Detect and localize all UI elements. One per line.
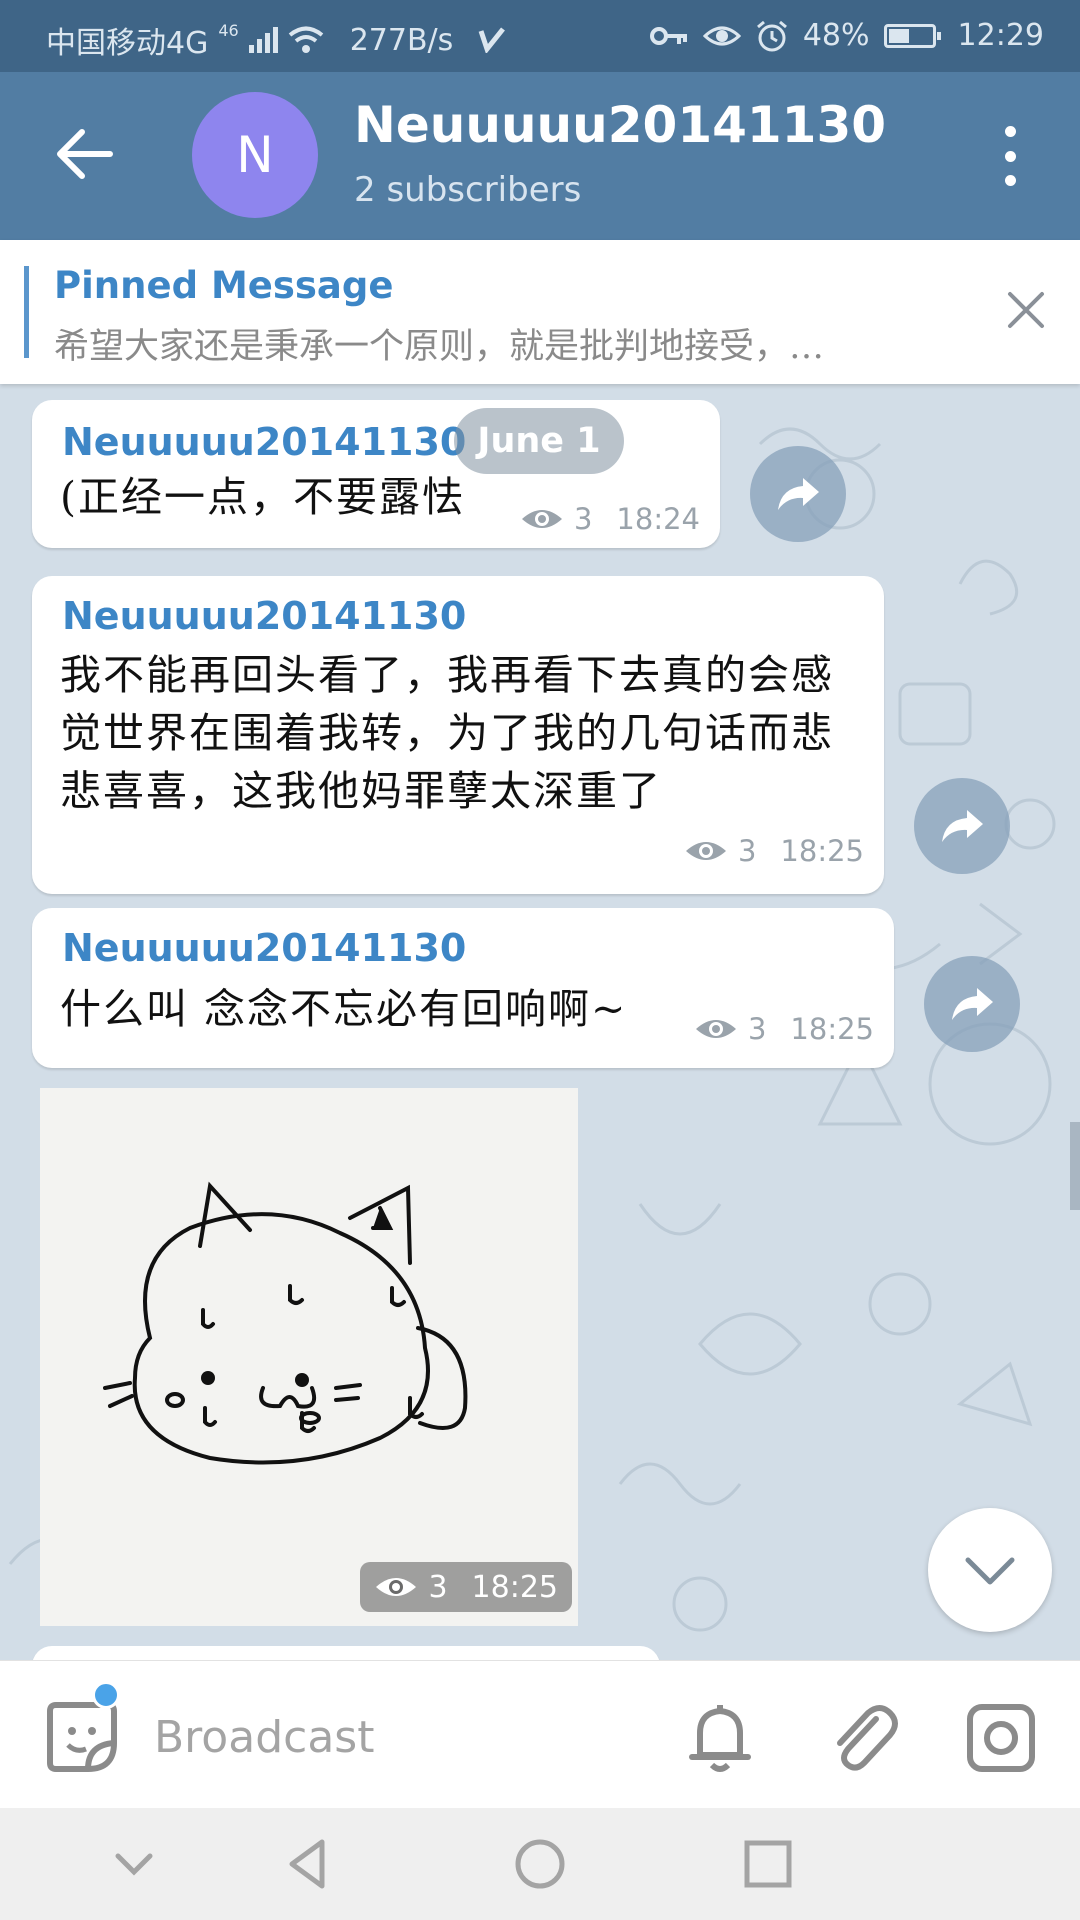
more-options-button[interactable] xyxy=(990,126,1030,186)
share-button[interactable] xyxy=(924,956,1020,1052)
back-button[interactable] xyxy=(52,122,116,186)
message-author[interactable]: Neuuuuu20141130 xyxy=(62,926,466,970)
new-sticker-badge xyxy=(92,1681,120,1709)
system-nav-bar xyxy=(0,1808,1080,1920)
battery-icon xyxy=(883,23,941,48)
paperclip-icon[interactable] xyxy=(830,1701,900,1775)
message-time: 18:25 xyxy=(471,1569,558,1605)
view-count: 3 xyxy=(747,1012,767,1046)
message-time: 18:24 xyxy=(616,502,700,536)
share-icon xyxy=(778,478,819,510)
wifi-icon xyxy=(288,26,323,53)
status-right: 48% 12:29 xyxy=(649,18,1044,53)
key-icon xyxy=(649,26,687,45)
status-bar: 中国移动4G 46 277B/s 48% 12:29 xyxy=(0,0,1080,72)
views-icon xyxy=(685,842,726,860)
home-nav-icon[interactable] xyxy=(510,1834,570,1894)
message-bubble[interactable]: Neuuuuu20141130 什么叫 念念不忘必有回响啊~ 3 18:25 xyxy=(32,908,894,1068)
composer-bar xyxy=(0,1660,1080,1809)
views-icon xyxy=(695,1020,736,1038)
pinned-accent-line xyxy=(24,266,29,358)
cat-drawing-image xyxy=(103,1181,468,1465)
message-bubble-partial[interactable] xyxy=(32,1646,660,1660)
message-time: 18:25 xyxy=(780,834,864,868)
check-icon xyxy=(478,27,506,53)
pinned-text: 希望大家还是秉承一个原则，就是批判地接受，… xyxy=(54,327,825,367)
battery-fill xyxy=(888,28,909,43)
message-text: 什么叫 念念不忘必有回响啊~ xyxy=(60,985,628,1033)
more-vertical-icon xyxy=(1004,126,1016,137)
share-button[interactable] xyxy=(750,446,846,542)
eye-status-icon xyxy=(702,26,741,45)
share-button[interactable] xyxy=(914,778,1010,874)
share-icon xyxy=(952,988,993,1020)
chat-header: N Neuuuuu20141130 2 subscribers xyxy=(0,72,1080,240)
recents-nav-icon[interactable] xyxy=(738,1834,798,1894)
arrow-left-icon xyxy=(57,129,113,179)
message-bubble[interactable]: Neuuuuu20141130 我不能再回头看了，我再看下去真的会感觉世界在围着… xyxy=(32,576,884,894)
message-meta: 3 18:24 xyxy=(520,502,700,536)
scrollbar-thumb[interactable] xyxy=(1070,1122,1080,1210)
signal-icon xyxy=(248,27,278,53)
message-author[interactable]: Neuuuuu20141130 xyxy=(62,594,466,638)
photo-meta: 3 18:25 xyxy=(360,1562,572,1612)
back-nav-icon[interactable] xyxy=(280,1834,340,1894)
message-meta: 3 18:25 xyxy=(694,1012,874,1046)
message-text: 我不能再回头看了，我再看下去真的会感觉世界在围着我转，为了我的几句话而悲悲喜喜，… xyxy=(60,651,834,815)
status-left: 中国移动4G 46 277B/s xyxy=(46,18,507,62)
chevron-down-nav-icon[interactable] xyxy=(104,1834,164,1894)
alarm-icon xyxy=(756,20,787,51)
message-meta: 3 18:25 xyxy=(684,834,864,868)
camera-icon[interactable] xyxy=(966,1703,1036,1773)
message-time: 18:25 xyxy=(790,1012,874,1046)
close-icon[interactable] xyxy=(1004,288,1048,332)
channel-title[interactable]: Neuuuuu20141130 xyxy=(354,96,886,154)
battery-percent: 48% xyxy=(802,18,870,53)
pinned-message-bar[interactable]: Pinned Message 希望大家还是秉承一个原则，就是批判地接受，… xyxy=(0,240,1080,384)
carrier-label: 中国移动4G xyxy=(46,26,209,61)
view-count: 3 xyxy=(428,1569,448,1605)
share-icon xyxy=(942,810,983,842)
channel-subscribers: 2 subscribers xyxy=(354,170,582,210)
view-count: 3 xyxy=(573,502,593,536)
date-badge: June 1 xyxy=(454,408,624,474)
pinned-title: Pinned Message xyxy=(54,264,394,307)
network-badge: 46 xyxy=(218,20,239,40)
channel-avatar[interactable]: N xyxy=(192,92,318,218)
view-count: 3 xyxy=(737,834,757,868)
message-list[interactable]: Neuuuuu20141130 (正经一点，不要露怯 3 18:24 June … xyxy=(0,384,1080,1660)
bell-icon[interactable] xyxy=(688,1703,752,1773)
message-author[interactable]: Neuuuuu20141130 xyxy=(62,420,466,464)
sticker-icon[interactable] xyxy=(44,1699,120,1775)
views-icon xyxy=(376,1578,417,1596)
chevron-down-icon xyxy=(965,1557,1015,1585)
network-speed: 277B/s xyxy=(349,22,454,58)
clock: 12:29 xyxy=(957,18,1044,53)
photo-message[interactable]: 3 18:25 xyxy=(40,1088,578,1626)
message-input[interactable] xyxy=(152,1701,676,1773)
views-icon xyxy=(521,510,562,528)
scroll-down-button[interactable] xyxy=(928,1508,1052,1632)
